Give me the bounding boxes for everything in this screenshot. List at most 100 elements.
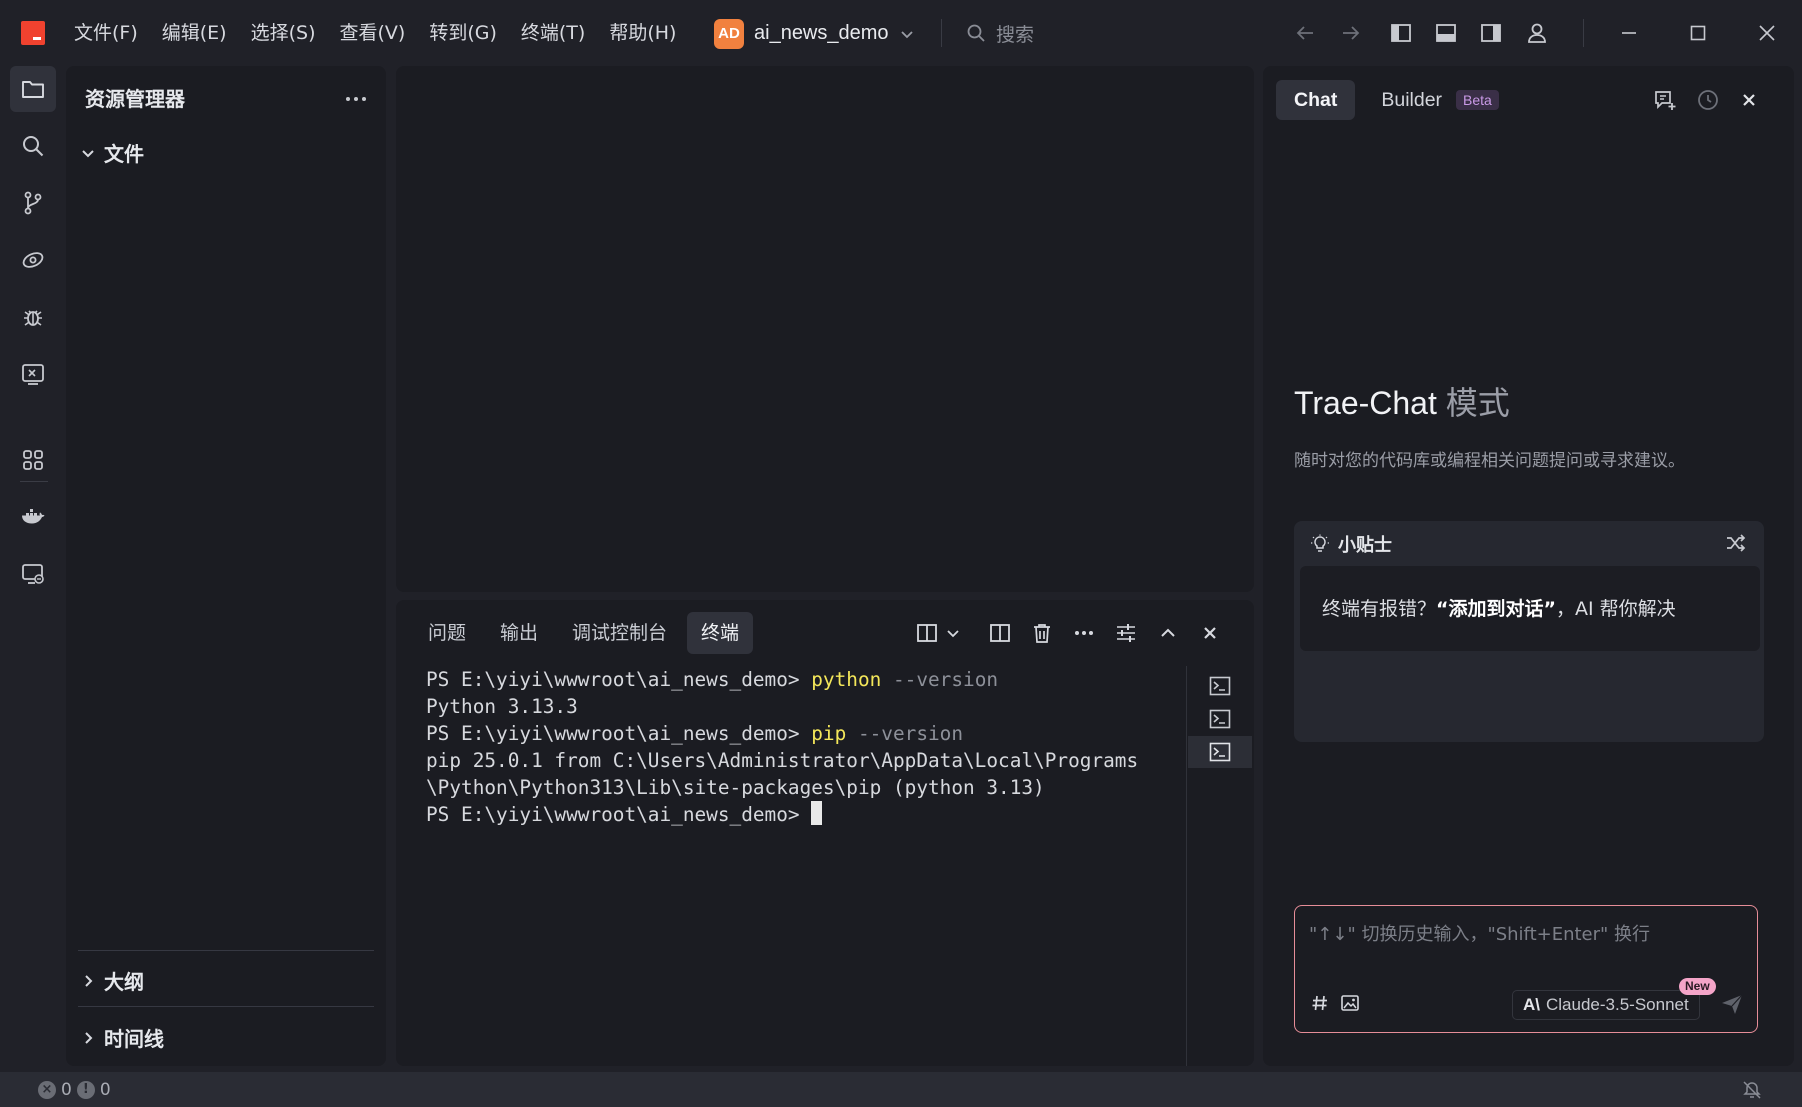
ai-chat-panel: Chat Builder Beta Trae-Chat 模式 随时对您的代码库或… (1263, 66, 1794, 1066)
explorer-icon[interactable] (10, 66, 56, 112)
outline-section-header[interactable]: 大纲 (80, 966, 144, 995)
mode-title: Trae-Chat 模式 (1294, 378, 1510, 424)
terminal-instance-icon[interactable] (1188, 703, 1252, 735)
menu-help[interactable]: 帮助(H) (597, 13, 688, 53)
menu-goto[interactable]: 转到(G) (417, 13, 509, 53)
terminal-command: python (811, 668, 882, 691)
minimize-icon[interactable] (1614, 18, 1644, 48)
terminal-layout-icon[interactable] (912, 618, 942, 648)
chat-input-box[interactable]: "↑↓" 切换历史输入，"Shift+Enter" 换行 A\ Claude-3… (1294, 905, 1758, 1033)
menu-edit[interactable]: 编辑(E) (150, 13, 239, 53)
project-switcher[interactable]: AD ai_news_demo (714, 17, 915, 50)
terminal-line: \Python\Python313\Lib\site-packages\pip … (426, 776, 1045, 799)
terminal-box-icon[interactable] (10, 351, 56, 397)
tips-text-highlight[interactable]: “添加到对话” (1436, 598, 1556, 620)
warning-count: 0 (99, 1080, 111, 1100)
forward-arrow-icon[interactable] (1336, 18, 1366, 48)
panel-tabs: 问题 输出 调试控制台 终端 (414, 612, 754, 654)
terminal-line: pip 25.0.1 from C:\Users\Administrator\A… (426, 749, 1139, 772)
chevron-down-icon[interactable] (942, 618, 964, 648)
remote-icon[interactable] (10, 237, 56, 283)
back-arrow-icon[interactable] (1290, 18, 1320, 48)
tab-builder[interactable]: Builder (1363, 80, 1448, 120)
divider (1583, 19, 1584, 47)
source-control-icon[interactable] (10, 180, 56, 226)
more-actions-icon[interactable] (341, 84, 371, 114)
outline-section-label: 大纲 (104, 970, 144, 994)
hashtag-context-icon[interactable] (1307, 990, 1333, 1016)
tab-problems[interactable]: 问题 (414, 612, 480, 654)
tips-text: 终端有报错？“添加到对话”，AI 帮你解决 (1300, 566, 1760, 651)
model-selector[interactable]: A\ Claude-3.5-Sonnet (1512, 990, 1700, 1020)
tab-output[interactable]: 输出 (486, 612, 552, 654)
activity-bar (0, 66, 66, 1072)
chevron-down-icon (80, 145, 96, 161)
project-avatar: AD (714, 18, 744, 49)
close-panel-icon[interactable] (1195, 618, 1225, 648)
folder-section-label: 文件 (104, 142, 144, 166)
terminal-prompt: PS E:\yiyi\wwwroot\ai_news_demo> (426, 803, 812, 826)
search-icon (966, 23, 986, 43)
menu-view[interactable]: 查看(V) (328, 13, 418, 53)
tips-header: 小贴士 (1310, 531, 1392, 557)
chat-tabs: Chat Builder Beta (1276, 80, 1499, 120)
terminal-settings-icon[interactable] (1111, 618, 1141, 648)
divider (78, 950, 374, 951)
beta-badge: Beta (1456, 90, 1499, 110)
toggle-panel-icon[interactable] (1431, 18, 1461, 48)
mode-title-suffix: 模式 (1445, 385, 1510, 421)
close-icon[interactable] (1733, 84, 1765, 116)
divider (1186, 666, 1187, 1066)
timeline-section-header[interactable]: 时间线 (80, 1023, 164, 1052)
menu-terminal[interactable]: 终端(T) (509, 13, 597, 53)
close-window-icon[interactable] (1752, 18, 1782, 48)
split-terminal-icon[interactable] (985, 618, 1015, 648)
tips-title: 小贴士 (1338, 535, 1392, 556)
history-icon[interactable] (1692, 84, 1724, 116)
project-name: ai_news_demo (754, 22, 889, 44)
maximize-panel-icon[interactable] (1153, 618, 1183, 648)
terminal-line: PS E:\yiyi\wwwroot\ai_news_demo> pip --v… (426, 720, 1186, 747)
docker-icon[interactable] (10, 494, 56, 540)
trash-icon[interactable] (1027, 618, 1057, 648)
error-icon: × (38, 1081, 56, 1099)
new-badge: New (1679, 978, 1716, 995)
bottom-panel: 问题 输出 调试控制台 终端 PS E:\yiyi\wwwroot\ai_new… (396, 600, 1254, 1066)
tab-terminal[interactable]: 终端 (687, 612, 754, 654)
terminal-line: PS E:\yiyi\wwwroot\ai_news_demo> (426, 801, 1186, 828)
folder-section-header[interactable]: 文件 (80, 138, 144, 167)
search-icon[interactable] (10, 123, 56, 169)
explorer-title: 资源管理器 (85, 87, 185, 111)
more-actions-icon[interactable] (1069, 618, 1099, 648)
global-search[interactable]: 搜索 (966, 18, 1034, 48)
terminal-command: pip (811, 722, 847, 745)
remote-explorer-icon[interactable] (10, 551, 56, 597)
terminal-instance-icon[interactable] (1188, 736, 1252, 768)
send-icon[interactable] (1717, 989, 1747, 1019)
image-upload-icon[interactable] (1337, 990, 1363, 1016)
editor-area[interactable] (396, 66, 1254, 592)
chevron-right-icon (80, 973, 96, 989)
terminal-instance-icon[interactable] (1188, 670, 1252, 702)
maximize-icon[interactable] (1683, 18, 1713, 48)
search-label: 搜索 (996, 23, 1035, 46)
menu-selection[interactable]: 选择(S) (239, 13, 328, 53)
new-chat-icon[interactable] (1649, 84, 1681, 116)
tab-chat[interactable]: Chat (1276, 80, 1356, 120)
account-icon[interactable] (1522, 18, 1552, 48)
lightbulb-icon (1310, 534, 1330, 554)
timeline-section-label: 时间线 (104, 1027, 164, 1051)
tab-debug-console[interactable]: 调试控制台 (558, 612, 681, 654)
error-count: 0 (61, 1080, 72, 1100)
tips-card: 小贴士 终端有报错？“添加到对话”，AI 帮你解决 (1294, 521, 1764, 742)
extensions-icon[interactable] (10, 437, 56, 483)
problems-indicator[interactable]: × 0 ! 0 (38, 1080, 111, 1100)
notifications-bell-icon[interactable] (1742, 1080, 1762, 1100)
menu-file[interactable]: 文件(F) (62, 13, 150, 53)
terminal-cursor (811, 801, 823, 825)
terminal-output[interactable]: PS E:\yiyi\wwwroot\ai_news_demo> python … (426, 666, 1186, 1056)
toggle-primary-sidebar-icon[interactable] (1386, 18, 1416, 48)
toggle-secondary-sidebar-icon[interactable] (1476, 18, 1506, 48)
shuffle-icon[interactable] (1722, 529, 1750, 557)
debug-icon[interactable] (10, 294, 56, 340)
